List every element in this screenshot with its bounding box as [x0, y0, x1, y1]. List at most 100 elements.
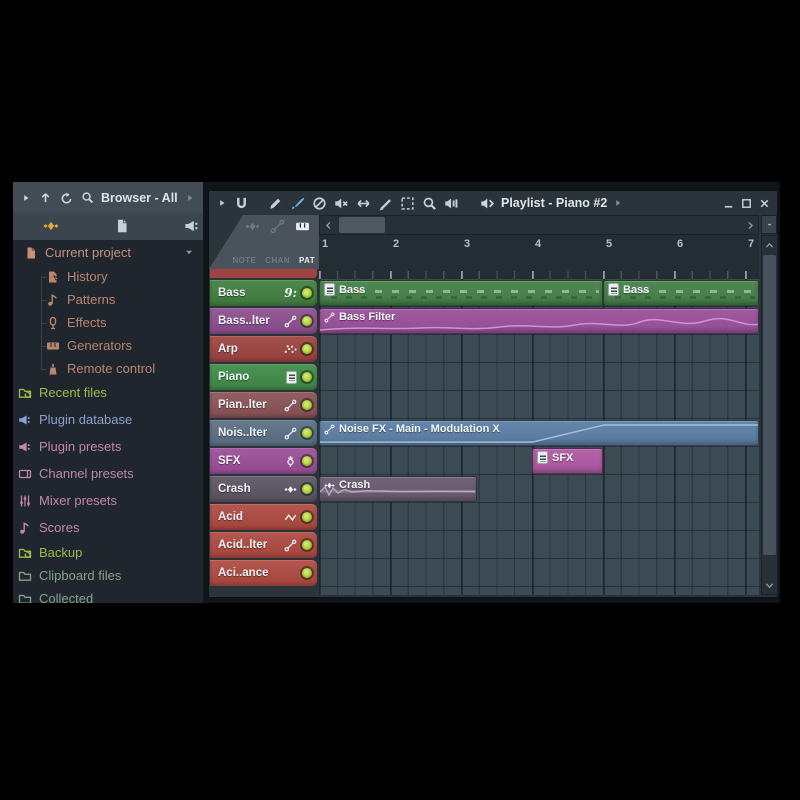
horizontal-scrollbar[interactable]	[319, 215, 759, 235]
picker-mode-pat[interactable]: PAT	[299, 256, 315, 265]
track-header-piano[interactable]: Piano	[210, 364, 317, 390]
sidebar-item-patterns[interactable]: Patterns	[46, 289, 115, 310]
track-name: Aci..ance	[218, 567, 297, 579]
timeline-ruler[interactable]: 1234567	[319, 235, 759, 279]
browser-tab-audio[interactable]	[43, 218, 59, 234]
sidebar-item-plugin-database[interactable]: Plugin database	[18, 409, 132, 430]
track-header-pian-lter[interactable]: Pian..lter	[210, 392, 317, 418]
zoom-icon[interactable]	[422, 196, 437, 211]
maximize-button[interactable]	[740, 197, 753, 210]
playback-icon[interactable]	[444, 196, 459, 211]
track-enable-led[interactable]	[302, 428, 312, 438]
partial-track-header[interactable]	[210, 269, 317, 278]
search-icon[interactable]	[81, 191, 94, 204]
clip-bass[interactable]: Bass	[319, 280, 603, 306]
collapse-arrow-icon[interactable]	[21, 193, 31, 203]
close-button[interactable]	[758, 197, 771, 210]
track-header-acid-lter[interactable]: Acid..lter	[210, 532, 317, 558]
collapse-arrow-icon[interactable]	[217, 198, 227, 208]
sidebar-item-label: Patterns	[67, 292, 115, 307]
wave-icon	[284, 483, 297, 496]
track-header-bass-lter[interactable]: Bass..lter	[210, 308, 317, 334]
track-header-bass[interactable]: Bass9:	[210, 280, 317, 306]
sidebar-item-scores[interactable]: Scores	[18, 517, 79, 538]
up-arrow-icon[interactable]	[39, 191, 52, 204]
sidebar-item-recent-files[interactable]: Recent files	[18, 382, 107, 403]
track-enable-led[interactable]	[302, 512, 312, 522]
sidebar-item-remote-control[interactable]: Remote control	[46, 358, 155, 379]
picker-mode-chan[interactable]: CHAN	[265, 256, 290, 265]
sidebar-item-backup[interactable]: Backup	[18, 542, 82, 563]
track-enable-led[interactable]	[302, 568, 312, 578]
clip-noise-fx-main-modulation-x[interactable]: Noise FX - Main - Modulation X	[319, 420, 759, 446]
expand-arrow-icon[interactable]	[613, 198, 623, 208]
picker-keyboard-icon[interactable]	[295, 219, 310, 234]
playlist-title[interactable]: Playlist - Piano #2	[501, 196, 607, 210]
clip-crash[interactable]: Crash	[319, 476, 477, 502]
sidebar-item-current-project[interactable]: Current project	[24, 242, 131, 263]
sidebar-item-label: Current project	[45, 245, 131, 260]
playlist-title-group[interactable]: Playlist - Piano #2	[480, 196, 623, 211]
select-icon[interactable]	[400, 196, 415, 211]
caret-down-icon[interactable]	[183, 246, 195, 258]
sidebar-item-mixer-presets[interactable]: Mixer presets	[18, 490, 117, 511]
minimize-button[interactable]	[722, 197, 735, 210]
track-header-aci-ance[interactable]: Aci..ance	[210, 560, 317, 586]
pencil-icon[interactable]	[268, 196, 283, 211]
brush-icon[interactable]	[290, 196, 305, 211]
scroll-down-button[interactable]	[763, 577, 776, 593]
sidebar-item-label: Scores	[39, 520, 79, 535]
picker-mode-note[interactable]: NOTE	[232, 256, 256, 265]
scroll-right-button[interactable]	[743, 217, 757, 233]
track-header-arp[interactable]: Arp	[210, 336, 317, 362]
sidebar-item-clipboard-files[interactable]: Clipboard files	[18, 565, 121, 586]
vertical-scrollbar[interactable]	[761, 235, 778, 595]
browser-tab-plugins[interactable]	[184, 218, 200, 234]
sidebar-item-label: Plugin presets	[39, 439, 121, 454]
browser-title[interactable]: Browser - All	[101, 191, 178, 205]
track-enable-led[interactable]	[302, 288, 312, 298]
track-header-acid[interactable]: Acid	[210, 504, 317, 530]
track-enable-led[interactable]	[302, 316, 312, 326]
sidebar-item-generators[interactable]: Generators	[46, 335, 132, 356]
browser-tab-files[interactable]	[114, 218, 130, 234]
picker-modes: NOTE CHAN PAT	[232, 256, 315, 265]
sidebar-item-plugin-presets[interactable]: Plugin presets	[18, 436, 121, 457]
track-enable-led[interactable]	[302, 344, 312, 354]
speaker-icon	[480, 196, 495, 211]
deny-icon[interactable]	[312, 196, 327, 211]
undo-arrow-icon[interactable]	[60, 191, 73, 204]
track-header-nois-lter[interactable]: Nois..lter	[210, 420, 317, 446]
scroll-up-button[interactable]	[763, 237, 776, 253]
clip-title: Noise FX - Main - Modulation X	[320, 421, 758, 435]
picker-automation-icon[interactable]	[270, 219, 285, 234]
horizontal-scroll-thumb[interactable]	[339, 217, 385, 233]
track-enable-led[interactable]	[302, 400, 312, 410]
scrollbar-corner-button[interactable]	[761, 215, 777, 234]
track-enable-led[interactable]	[302, 484, 312, 494]
sidebar-item-history[interactable]: History	[46, 266, 107, 287]
clip-bass-filter[interactable]: Bass Filter	[319, 308, 759, 334]
clip-label: Bass	[623, 284, 649, 296]
mute-icon[interactable]	[334, 196, 349, 211]
track-header-sfx[interactable]: SFX	[210, 448, 317, 474]
clip-bass[interactable]: Bass	[603, 280, 759, 306]
sidebar-item-effects[interactable]: Effects	[46, 312, 107, 333]
magnet-icon[interactable]	[234, 196, 249, 211]
track-name: Pian..lter	[218, 399, 284, 411]
expand-arrow-icon[interactable]	[185, 193, 195, 203]
track-enable-led[interactable]	[302, 456, 312, 466]
track-header-crash[interactable]: Crash	[210, 476, 317, 502]
playlist-grid[interactable]: BassBassBass FilterNoise FX - Main - Mod…	[319, 279, 759, 595]
picker-wave-icon[interactable]	[245, 219, 260, 234]
automation-icon	[284, 539, 297, 552]
scroll-left-button[interactable]	[321, 217, 335, 233]
track-enable-led[interactable]	[302, 372, 312, 382]
sidebar-item-channel-presets[interactable]: Channel presets	[18, 463, 134, 484]
clip-sfx[interactable]: SFX	[532, 448, 603, 474]
vertical-scroll-thumb[interactable]	[763, 255, 776, 555]
slip-icon[interactable]	[356, 196, 371, 211]
slice-icon[interactable]	[378, 196, 393, 211]
track-enable-led[interactable]	[302, 540, 312, 550]
sidebar-item-collected[interactable]: Collected	[18, 588, 93, 603]
